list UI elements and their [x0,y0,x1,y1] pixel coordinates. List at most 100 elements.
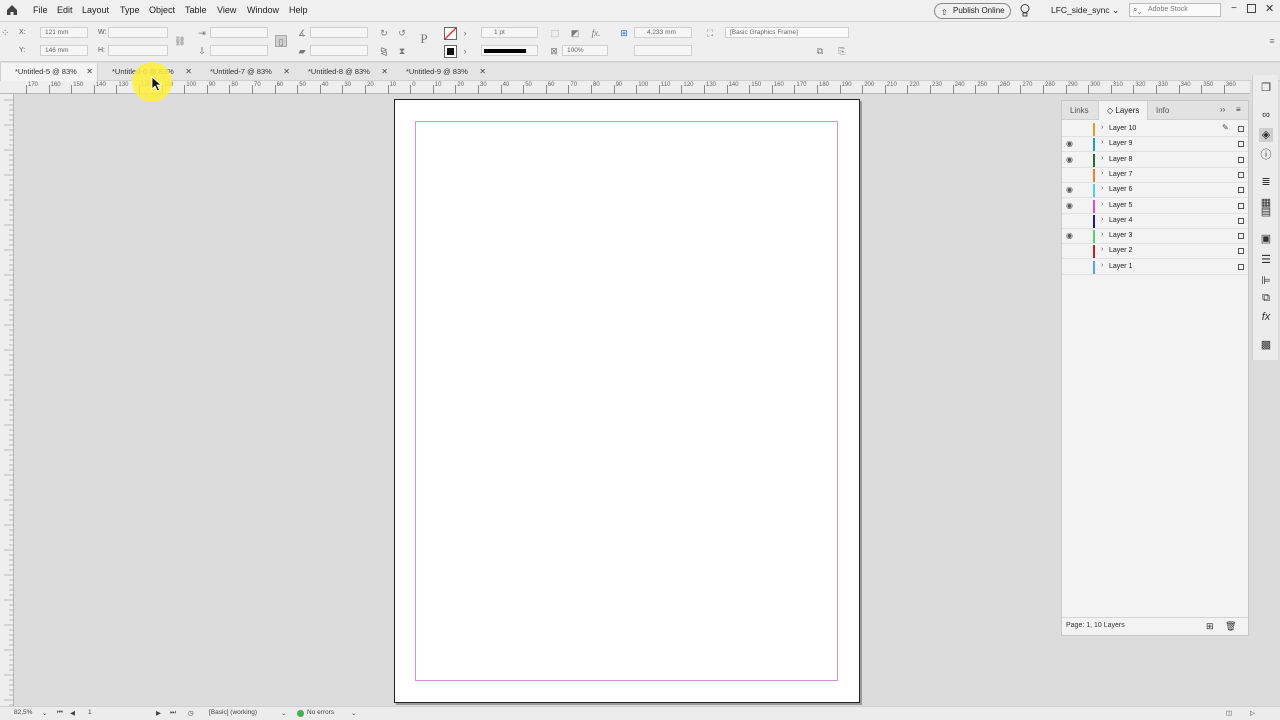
visibility-eye-icon[interactable]: ◉ [1066,139,1076,149]
home-icon[interactable] [5,3,19,17]
effects-icon[interactable]: fx [1259,310,1273,324]
menu-window[interactable]: Window [247,5,279,15]
select-container-icon[interactable]: ⬚ [549,27,561,39]
pathfinder-icon[interactable]: ⧉ [1259,291,1273,305]
scroll-right-icon[interactable]: ▷ [1250,709,1255,717]
layer-select-box[interactable] [1238,126,1244,132]
menu-view[interactable]: View [217,5,236,15]
visibility-eye-icon[interactable]: ◉ [1066,155,1076,165]
rotate-clockwise-icon[interactable]: ↻ [378,27,390,39]
menu-layout[interactable]: Layout [82,5,109,15]
layer-name[interactable]: Layer 9 [1109,140,1132,147]
layer-select-box[interactable] [1238,171,1244,178]
width-field[interactable] [108,27,168,38]
layer-row[interactable]: ◉ › Layer 9 [1062,137,1248,153]
scroll-left-icon[interactable]: ◫ [1226,709,1232,717]
preflight-profile[interactable]: [Basic] (working) [209,709,257,716]
trash-icon[interactable]: 🗑 [1225,621,1236,632]
close-icon[interactable]: ✕ [381,63,388,81]
menu-object[interactable]: Object [149,5,175,15]
publish-online-button[interactable]: ⇧ Publish Online [934,3,1011,19]
scale-x-field[interactable] [210,27,268,38]
zoom-level[interactable]: 82,5% [14,709,32,716]
create-style-icon[interactable]: ⎘ [836,45,848,57]
menu-edit[interactable]: Edit [57,5,73,15]
layer-row[interactable]: ◉ › Layer 6 [1062,183,1248,199]
close-icon[interactable]: ✕ [283,63,290,81]
menu-file[interactable]: File [33,5,48,15]
layer-select-box[interactable] [1238,156,1244,163]
stroke-dropdown-icon[interactable]: › [459,45,471,57]
drop-shadow-icon[interactable]: ◩ [569,27,581,39]
chevron-right-icon[interactable]: › [1101,170,1103,177]
preflight-dropdown-icon[interactable]: ⌄ [351,709,356,717]
tab-untitled-8[interactable]: *Untitled-8 @ 83% ✕ [294,63,392,81]
tab-info[interactable]: Info [1148,101,1177,120]
chevron-right-icon[interactable]: › [1101,124,1103,131]
visibility-toggle[interactable] [1066,124,1076,134]
gradient-icon[interactable]: ▣ [1259,232,1273,246]
links-icon[interactable]: ∞ [1259,108,1273,122]
profile-dropdown-icon[interactable]: ⌄ [281,709,286,717]
visibility-toggle[interactable] [1066,262,1076,272]
visibility-toggle[interactable] [1066,246,1076,256]
corner-field[interactable] [634,45,692,56]
paragraph-icon[interactable]: ☰ [1259,253,1273,267]
height-field[interactable] [108,45,168,56]
color-icon[interactable]: ▤ [1259,205,1273,219]
last-page-icon[interactable]: ⏭ [170,709,176,717]
clear-overrides-icon[interactable]: ⧉ [814,45,826,57]
tab-untitled-7[interactable]: *Untitled-7 @ 83% ✕ [196,63,294,81]
text-wrap-icon[interactable]: ▩ [1259,338,1273,352]
close-icon[interactable]: ✕ [479,63,486,81]
tab-untitled-9[interactable]: *Untitled-9 @ 83% ✕ [392,63,490,81]
layer-name[interactable]: Layer 1 [1109,263,1132,270]
info-icon[interactable]: ⓘ [1259,148,1273,162]
fill-swatch[interactable] [444,27,457,40]
flip-horizontal-icon[interactable]: ⧎ [378,45,390,57]
layer-row[interactable]: › Layer 4 [1062,214,1248,229]
tab-untitled-5[interactable]: *Untitled-5 @ 83% ✕ [0,63,98,81]
next-page-icon[interactable]: ▶ [156,709,161,717]
opacity-field[interactable]: 100% [562,45,608,56]
gap-field[interactable]: 4,233 mm [634,27,692,38]
workspace-switcher[interactable]: LFC_side_sync ⌄ [1051,5,1119,16]
layer-name[interactable]: Layer 10 [1109,125,1136,132]
scale-y-field[interactable] [210,45,268,56]
layer-select-box[interactable] [1238,263,1244,270]
visibility-toggle[interactable] [1066,170,1076,180]
panel-menu-icon[interactable]: ≡ [1236,105,1241,114]
layer-name[interactable]: Layer 6 [1109,186,1132,193]
object-style-select[interactable]: [Basic Graphics Frame] [725,27,849,38]
lightbulb-icon[interactable] [1019,3,1031,18]
layer-name[interactable]: Layer 2 [1109,247,1132,254]
stroke-type-select[interactable] [481,45,538,56]
visibility-toggle[interactable] [1066,216,1076,226]
menu-help[interactable]: Help [289,5,308,15]
open-page-icon[interactable]: ◷ [188,709,194,717]
stroke-weight-field[interactable]: 1 pt [481,27,538,38]
page-number[interactable]: 1 [88,709,92,716]
layer-name[interactable]: Layer 4 [1109,217,1132,224]
y-position-field[interactable]: 146 mm [40,45,88,56]
maximize-icon[interactable] [1247,4,1256,13]
x-position-field[interactable]: 121 mm [40,27,88,38]
flip-vertical-icon[interactable]: ⧗ [396,45,408,57]
constrain-scale-icon[interactable]: ▯ [275,35,287,47]
layer-select-box[interactable] [1238,248,1244,255]
pages-icon[interactable]: ❐ [1259,81,1273,95]
align-icon[interactable]: ⊫ [1259,274,1273,288]
layer-name[interactable]: Layer 7 [1109,171,1132,178]
layers-icon[interactable]: ◈ [1259,128,1273,142]
collapse-panel-icon[interactable]: ›› [1220,105,1225,114]
layer-select-box[interactable] [1238,141,1244,148]
document-page[interactable] [394,99,860,703]
layer-name[interactable]: Layer 5 [1109,202,1132,209]
new-layer-icon[interactable]: ⊞ [1206,621,1214,632]
visibility-eye-icon[interactable]: ◉ [1066,185,1076,195]
panel-menu-icon[interactable]: ≡ [1266,35,1278,47]
adobe-stock-search[interactable]: ⌕⌄ Adobe Stock [1129,3,1221,17]
layer-row[interactable]: ◉ › Layer 5 [1062,199,1248,214]
stroke-swatch[interactable] [444,45,457,58]
layer-name[interactable]: Layer 8 [1109,156,1132,163]
